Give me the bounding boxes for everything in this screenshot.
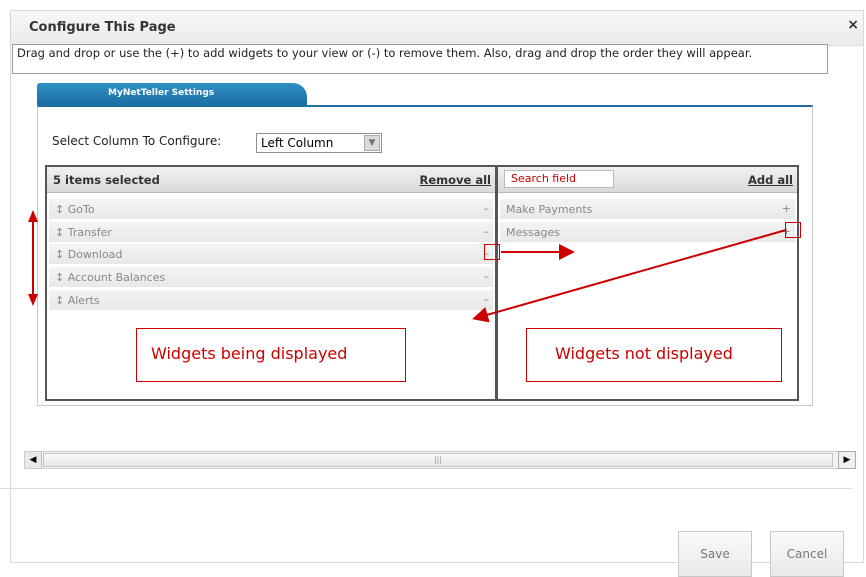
list-item[interactable]: ↕ Transfer –: [49, 222, 493, 243]
horizontal-scrollbar[interactable]: ◀ |||: [24, 451, 842, 469]
list-item[interactable]: ↕ Download –: [49, 244, 493, 265]
column-select-label: Select Column To Configure:: [52, 134, 222, 148]
scroll-thumb[interactable]: |||: [43, 453, 833, 467]
save-button[interactable]: Save: [678, 531, 752, 577]
dialog-titlebar: Configure This Page ×: [11, 11, 863, 46]
list-item-label: ↕ Alerts: [55, 294, 100, 307]
column-select[interactable]: Left Column ▼: [256, 133, 382, 153]
list-item-label: ↕ Account Balances: [55, 271, 166, 284]
add-all-link[interactable]: Add all: [748, 173, 793, 187]
footer-divider: [0, 488, 852, 489]
remove-all-link[interactable]: Remove all: [420, 173, 491, 187]
scroll-right-icon[interactable]: ▶: [838, 451, 856, 469]
highlight-add: [785, 222, 801, 238]
callout-displayed-text: Widgets being displayed: [151, 344, 348, 363]
list-item[interactable]: ↕ GoTo –: [49, 199, 493, 220]
highlight-remove: [484, 244, 500, 260]
help-text: Drag and drop or use the (+) to add widg…: [12, 44, 828, 74]
chevron-down-icon[interactable]: ▼: [364, 135, 380, 151]
column-select-value: Left Column: [261, 136, 334, 150]
available-list-header: Search field Add all: [498, 167, 797, 193]
list-item-label: ↕ GoTo: [55, 203, 95, 216]
items-selected-count: 5 items selected: [53, 173, 160, 187]
scroll-left-icon[interactable]: ◀: [25, 452, 42, 468]
save-button-label: Save: [700, 547, 730, 561]
add-button[interactable]: +: [782, 202, 791, 215]
list-item-label: Make Payments: [506, 203, 593, 216]
list-item[interactable]: Make Payments +: [500, 199, 795, 220]
search-field[interactable]: Search field: [504, 170, 614, 188]
tab-label: MyNetTeller Settings: [108, 88, 215, 98]
list-item-label: ↕ Download: [55, 248, 123, 261]
remove-button[interactable]: –: [484, 202, 490, 215]
list-item-label: ↕ Transfer: [55, 226, 112, 239]
remove-button[interactable]: –: [484, 225, 490, 238]
cancel-button-label: Cancel: [786, 547, 828, 561]
callout-not-displayed-text: Widgets not displayed: [555, 344, 733, 363]
remove-button[interactable]: –: [484, 293, 490, 306]
cancel-button[interactable]: Cancel: [770, 531, 844, 577]
callout-not-displayed: Widgets not displayed: [526, 328, 782, 382]
dialog-title: Configure This Page: [29, 20, 176, 35]
list-item[interactable]: Messages +: [500, 222, 795, 243]
list-item[interactable]: ↕ Alerts –: [49, 290, 493, 311]
remove-button[interactable]: –: [484, 270, 490, 283]
list-item-label: Messages: [506, 226, 560, 239]
list-item[interactable]: ↕ Account Balances –: [49, 267, 493, 288]
callout-displayed: Widgets being displayed: [136, 328, 406, 382]
displayed-list-header: 5 items selected Remove all: [47, 167, 495, 193]
tab-mynetteller-settings[interactable]: MyNetTeller Settings: [37, 83, 307, 105]
close-icon[interactable]: ×: [847, 17, 859, 33]
